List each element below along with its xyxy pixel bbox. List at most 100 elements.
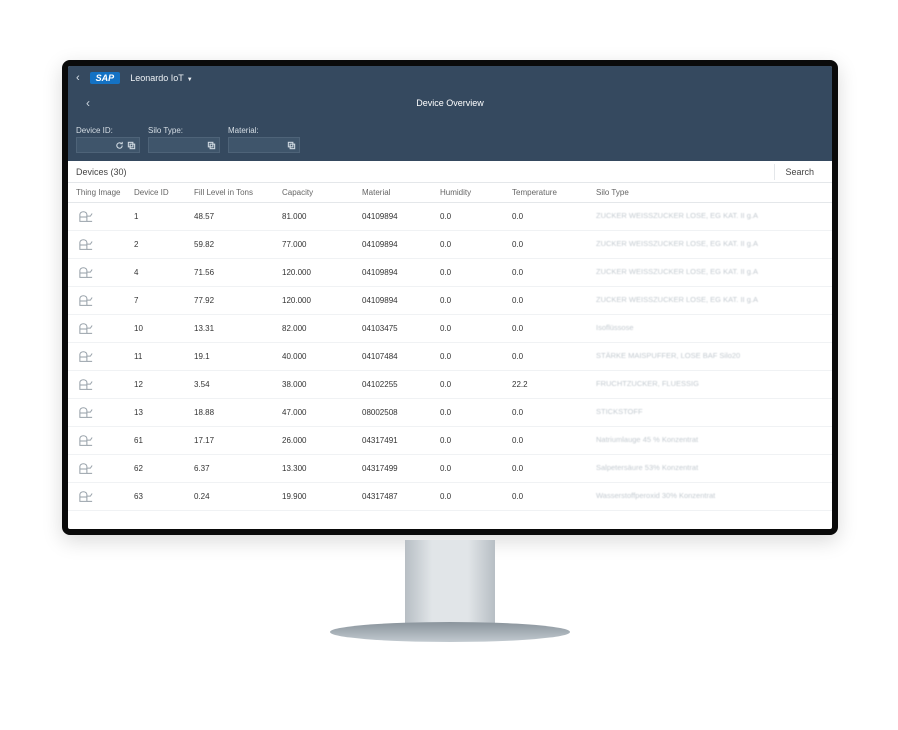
cell-fill-level: 48.57 [194, 212, 282, 221]
table-row[interactable]: 259.8277.000041098940.00.0ZUCKER WEISSZU… [68, 231, 832, 259]
monitor-stand-neck [405, 540, 495, 630]
monitor-frame: ‹ SAP Leonardo IoT▼ ‹ Device Overview De… [62, 60, 838, 535]
filter-bar: Device ID: Silo Type: Material: [68, 116, 832, 161]
table-row[interactable]: 777.92120.000041098940.00.0ZUCKER WEISSZ… [68, 287, 832, 315]
cell-silo-type: ZUCKER WEISSZUCKER LOSE, EG KAT. II g.A [596, 268, 824, 276]
cell-humidity: 0.0 [440, 240, 512, 249]
cell-humidity: 0.0 [440, 408, 512, 417]
cell-temperature: 0.0 [512, 324, 596, 333]
col-material: Material [362, 188, 440, 197]
filter-material: Material: [228, 126, 300, 153]
silo-icon [76, 489, 96, 505]
cell-silo-type: ZUCKER WEISSZUCKER LOSE, EG KAT. II g.A [596, 296, 824, 304]
cell-fill-level: 3.54 [194, 380, 282, 389]
col-temperature: Temperature [512, 188, 596, 197]
page-header: ‹ Device Overview [68, 90, 832, 116]
cell-device-id: 61 [134, 436, 194, 445]
cell-material: 04317491 [362, 436, 440, 445]
page-title: Device Overview [416, 98, 484, 108]
table-header-row: Thing Image Device ID Fill Level in Tons… [68, 183, 832, 203]
filter-device-id: Device ID: [76, 126, 140, 153]
cell-device-id: 62 [134, 464, 194, 473]
search-button[interactable]: Search [774, 164, 824, 180]
filter-material-label: Material: [228, 126, 300, 135]
cell-silo-type: Natriumlauge 45 % Konzentrat [596, 436, 824, 444]
cell-temperature: 0.0 [512, 212, 596, 221]
page-back-icon[interactable]: ‹ [86, 96, 90, 110]
filter-silo-type: Silo Type: [148, 126, 220, 153]
value-help-icon[interactable] [127, 141, 136, 150]
table-row[interactable]: 1119.140.000041074840.00.0STÄRKE MAISPUF… [68, 343, 832, 371]
cell-temperature: 0.0 [512, 408, 596, 417]
cell-capacity: 40.000 [282, 352, 362, 361]
monitor-stand-base [330, 622, 570, 642]
col-thing-image: Thing Image [76, 188, 134, 197]
cell-silo-type: Wasserstoffperoxid 30% Konzentrat [596, 492, 824, 500]
table-row[interactable]: 626.3713.300043174990.00.0Salpetersäure … [68, 455, 832, 483]
table-toolbar: Devices (30) Search [68, 161, 832, 183]
cell-silo-type: ZUCKER WEISSZUCKER LOSE, EG KAT. II g.A [596, 212, 824, 220]
cell-capacity: 81.000 [282, 212, 362, 221]
cell-material: 08002508 [362, 408, 440, 417]
device-count-label: Devices (30) [76, 167, 127, 177]
col-silo-type: Silo Type [596, 188, 824, 197]
cell-capacity: 26.000 [282, 436, 362, 445]
col-capacity: Capacity [282, 188, 362, 197]
filter-silo-type-input[interactable] [148, 137, 220, 153]
cell-device-id: 1 [134, 212, 194, 221]
sap-logo: SAP [90, 72, 121, 84]
cell-fill-level: 6.37 [194, 464, 282, 473]
cell-capacity: 38.000 [282, 380, 362, 389]
table-row[interactable]: 1318.8847.000080025080.00.0STICKSTOFF [68, 399, 832, 427]
cell-temperature: 0.0 [512, 492, 596, 501]
cell-material: 04109894 [362, 268, 440, 277]
cell-humidity: 0.0 [440, 380, 512, 389]
cell-silo-type: FRUCHTZUCKER, FLUESSIG [596, 380, 824, 388]
cell-material: 04317499 [362, 464, 440, 473]
cell-temperature: 0.0 [512, 296, 596, 305]
table-row[interactable]: 471.56120.000041098940.00.0ZUCKER WEISSZ… [68, 259, 832, 287]
table-body: 148.5781.000041098940.00.0ZUCKER WEISSZU… [68, 203, 832, 511]
cell-capacity: 82.000 [282, 324, 362, 333]
table-row[interactable]: 123.5438.000041022550.022.2FRUCHTZUCKER,… [68, 371, 832, 399]
silo-icon [76, 405, 96, 421]
cell-material: 04109894 [362, 212, 440, 221]
filter-device-id-input[interactable] [76, 137, 140, 153]
silo-icon [76, 321, 96, 337]
table-row[interactable]: 630.2419.900043174870.00.0Wasserstoffper… [68, 483, 832, 511]
cell-material: 04109894 [362, 240, 440, 249]
col-humidity: Humidity [440, 188, 512, 197]
cell-fill-level: 19.1 [194, 352, 282, 361]
cell-temperature: 0.0 [512, 352, 596, 361]
cell-device-id: 4 [134, 268, 194, 277]
value-help-icon[interactable] [287, 141, 296, 150]
cell-device-id: 10 [134, 324, 194, 333]
shell-product-title[interactable]: Leonardo IoT▼ [130, 73, 193, 83]
cell-humidity: 0.0 [440, 492, 512, 501]
refresh-icon[interactable] [115, 141, 124, 150]
cell-material: 04102255 [362, 380, 440, 389]
silo-icon [76, 349, 96, 365]
silo-icon [76, 265, 96, 281]
col-fill-level: Fill Level in Tons [194, 188, 282, 197]
value-help-icon[interactable] [207, 141, 216, 150]
cell-temperature: 0.0 [512, 268, 596, 277]
cell-fill-level: 77.92 [194, 296, 282, 305]
nav-back-icon[interactable]: ‹ [76, 72, 80, 84]
silo-icon [76, 377, 96, 393]
cell-fill-level: 0.24 [194, 492, 282, 501]
filter-device-id-label: Device ID: [76, 126, 140, 135]
silo-icon [76, 433, 96, 449]
filter-material-input[interactable] [228, 137, 300, 153]
cell-device-id: 11 [134, 352, 194, 361]
cell-material: 04109894 [362, 296, 440, 305]
table-row[interactable]: 1013.3182.000041034750.00.0Isoflüssose [68, 315, 832, 343]
cell-material: 04317487 [362, 492, 440, 501]
cell-capacity: 19.900 [282, 492, 362, 501]
cell-device-id: 63 [134, 492, 194, 501]
cell-humidity: 0.0 [440, 464, 512, 473]
silo-icon [76, 461, 96, 477]
table-row[interactable]: 6117.1726.000043174910.00.0Natriumlauge … [68, 427, 832, 455]
cell-fill-level: 13.31 [194, 324, 282, 333]
table-row[interactable]: 148.5781.000041098940.00.0ZUCKER WEISSZU… [68, 203, 832, 231]
